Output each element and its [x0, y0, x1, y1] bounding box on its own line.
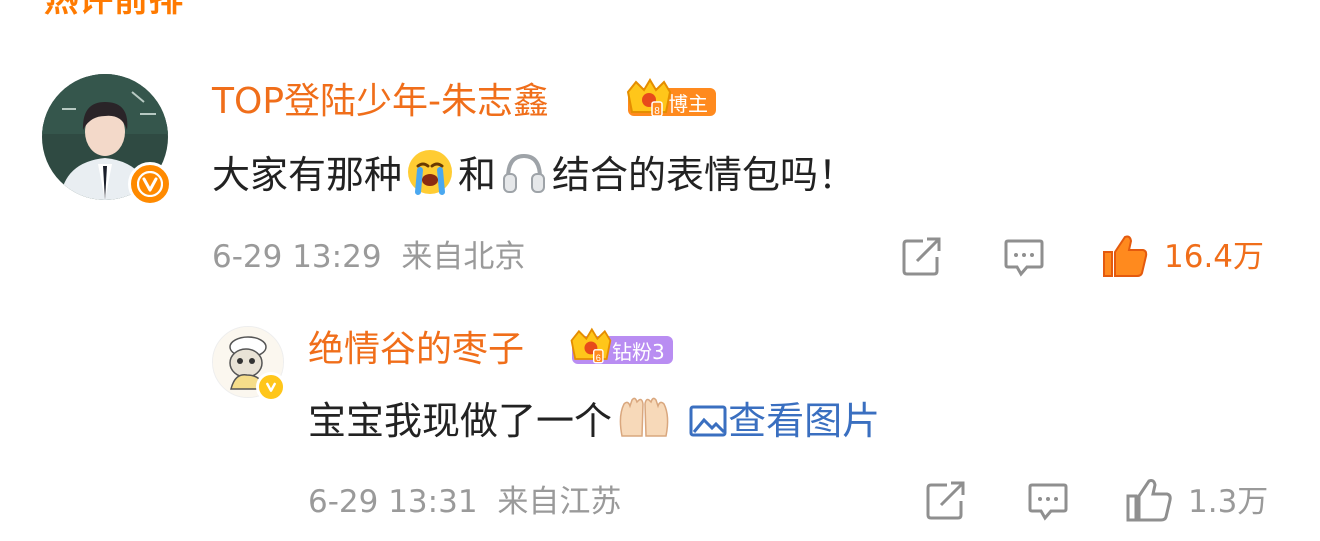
comment-author[interactable]: TOP登陆少年-朱志鑫 — [212, 80, 549, 124]
reply-button[interactable] — [1000, 234, 1048, 280]
like-count: 1.3万 — [1188, 484, 1269, 520]
author-tag: 6 钻粉3 — [570, 327, 673, 364]
comment-item: 绝情谷的枣子 6 钻粉3 宝宝我现做了一个 查看图片 6-29 13:31 来自… — [0, 318, 1320, 541]
comment-text-part: 宝宝我现做了一个 — [308, 399, 613, 443]
comment-text-part: 结合的表情包吗！ — [552, 153, 857, 197]
view-image-label: 查看图片 — [728, 399, 881, 443]
crying-face-icon — [406, 148, 454, 207]
location: 来自北京 — [401, 239, 526, 275]
share-icon — [902, 237, 941, 276]
share-icon — [926, 481, 965, 520]
like-count: 16.4万 — [1164, 239, 1265, 275]
timestamp: 6-29 13:29 — [212, 239, 382, 275]
share-button[interactable] — [922, 478, 970, 524]
section-title: 热评前排 — [44, 0, 184, 20]
timestamp: 6-29 13:31 — [308, 484, 478, 520]
verified-badge-icon — [256, 372, 286, 402]
comment-icon — [1028, 483, 1068, 521]
share-button[interactable] — [898, 234, 946, 280]
comment-icon — [1004, 239, 1044, 277]
verified-badge-icon — [128, 162, 172, 206]
palms-up-icon — [616, 396, 672, 453]
comment-text: 宝宝我现做了一个 查看图片 — [308, 396, 880, 453]
crown-icon: 6 — [566, 326, 614, 373]
comment-text-part: 和 — [458, 153, 497, 197]
comment-meta: 6-29 13:31 来自江苏 — [308, 482, 621, 522]
location: 来自江苏 — [497, 484, 622, 520]
author-tag-label: 博主 — [668, 91, 708, 116]
author-tag-label: 钻粉3 — [612, 339, 665, 364]
svg-text:6: 6 — [596, 353, 601, 363]
comment-meta: 6-29 13:29 来自北京 — [212, 237, 525, 277]
like-button[interactable] — [1124, 476, 1174, 524]
image-icon — [689, 405, 727, 437]
thumbs-up-icon — [1126, 479, 1172, 522]
like-button[interactable] — [1100, 232, 1150, 280]
view-image-link[interactable]: 查看图片 — [688, 399, 880, 443]
comment-text-part: 大家有那种 — [212, 153, 403, 197]
crown-icon: 8 — [622, 78, 674, 125]
thumbs-up-icon — [1103, 235, 1148, 277]
author-tag: 8 博主 — [626, 78, 716, 117]
comment-text: 大家有那种 和 结合的表情包吗！ — [212, 148, 856, 207]
headphones-icon — [500, 148, 548, 207]
comment-author[interactable]: 绝情谷的枣子 — [308, 328, 524, 372]
comment-item: TOP登陆少年-朱志鑫 8 博主 大家有那种 和 结合的表情包吗！ 6-29 13:… — [0, 60, 1320, 300]
svg-text:8: 8 — [654, 106, 660, 117]
reply-button[interactable] — [1024, 478, 1072, 524]
